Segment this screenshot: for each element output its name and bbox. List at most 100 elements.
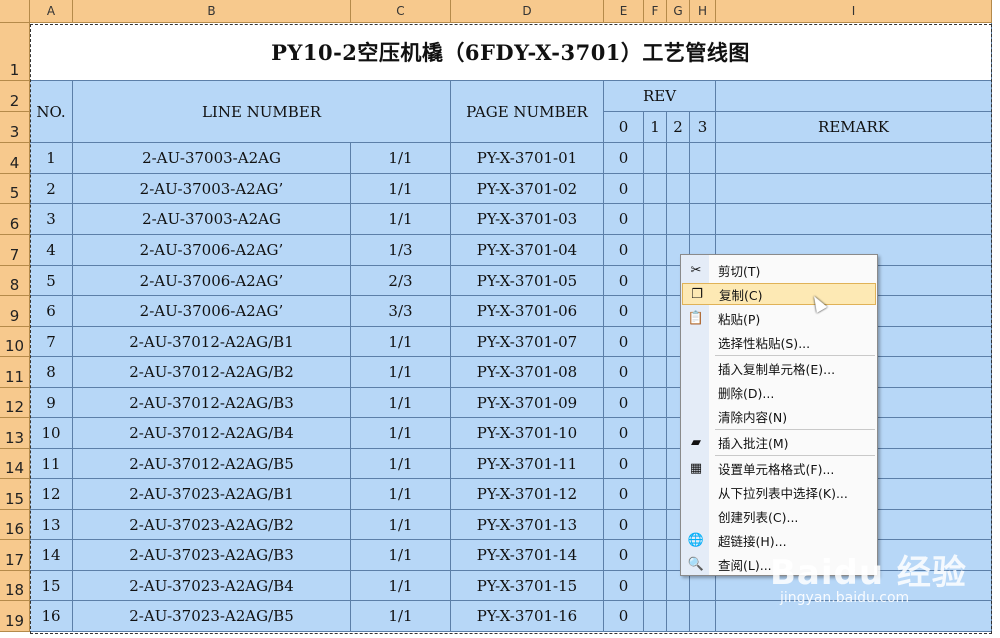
table-cell-sheet[interactable]: 1/1 (351, 479, 451, 510)
column-header-h[interactable]: H (690, 0, 716, 23)
table-cell-line-number[interactable]: 2-AU-37023-A2AG/B3 (73, 540, 351, 571)
table-cell-no[interactable]: 7 (30, 327, 73, 357)
row-header-7[interactable]: 7 (0, 235, 30, 266)
table-cell-page-number[interactable]: PY-X-3701-16 (451, 601, 604, 632)
table-cell-sheet[interactable]: 1/1 (351, 449, 451, 479)
table-cell-line-number[interactable]: 2-AU-37023-A2AG/B5 (73, 601, 351, 632)
table-cell-rev-1[interactable] (644, 143, 667, 174)
table-cell-line-number[interactable]: 2-AU-37012-A2AG/B1 (73, 327, 351, 357)
table-cell-remark[interactable] (716, 204, 992, 235)
table-cell-line-number[interactable]: 2-AU-37003-A2AG (73, 204, 351, 235)
table-cell-no[interactable]: 5 (30, 266, 73, 296)
table-cell-line-number[interactable]: 2-AU-37012-A2AG/B3 (73, 388, 351, 418)
table-cell-no[interactable]: 15 (30, 571, 73, 601)
row-header-1[interactable]: 1 (0, 23, 30, 81)
table-cell-page-number[interactable]: PY-X-3701-02 (451, 174, 604, 204)
table-cell-rev-3[interactable] (690, 143, 716, 174)
menu-item-4[interactable]: 插入复制单元格(E)... (682, 357, 876, 379)
menu-item-2[interactable]: 📋 粘贴(P) (682, 307, 876, 329)
header-rev-3[interactable]: 3 (690, 112, 716, 143)
table-cell-rev-3[interactable] (690, 601, 716, 632)
header-no[interactable]: NO. (30, 81, 73, 143)
column-header-f[interactable]: F (644, 0, 667, 23)
table-cell-line-number[interactable]: 2-AU-37023-A2AG/B4 (73, 571, 351, 601)
table-cell-no[interactable]: 13 (30, 510, 73, 540)
table-cell-page-number[interactable]: PY-X-3701-11 (451, 449, 604, 479)
table-cell-rev-1[interactable] (644, 449, 667, 479)
row-header-8[interactable]: 8 (0, 266, 30, 296)
table-cell-page-number[interactable]: PY-X-3701-14 (451, 540, 604, 571)
menu-item-6[interactable]: 清除内容(N) (682, 405, 876, 427)
menu-item-5[interactable]: 删除(D)... (682, 381, 876, 403)
table-cell-no[interactable]: 14 (30, 540, 73, 571)
row-header-2[interactable]: 2 (0, 81, 30, 112)
table-cell-rev-1[interactable] (644, 571, 667, 601)
table-cell-page-number[interactable]: PY-X-3701-15 (451, 571, 604, 601)
table-cell-sheet[interactable]: 1/1 (351, 540, 451, 571)
table-cell-no[interactable]: 4 (30, 235, 73, 266)
table-cell-no[interactable]: 1 (30, 143, 73, 174)
table-cell-line-number[interactable]: 2-AU-37003-A2AG (73, 143, 351, 174)
row-header-16[interactable]: 16 (0, 510, 30, 540)
menu-item-10[interactable]: 创建列表(C)... (682, 505, 876, 527)
table-cell-page-number[interactable]: PY-X-3701-06 (451, 296, 604, 327)
table-cell-rev-0[interactable]: 0 (604, 327, 644, 357)
table-cell-rev-0[interactable]: 0 (604, 479, 644, 510)
row-header-12[interactable]: 12 (0, 388, 30, 418)
table-cell-no[interactable]: 3 (30, 204, 73, 235)
table-cell-no[interactable]: 12 (30, 479, 73, 510)
row-header-11[interactable]: 11 (0, 357, 30, 388)
table-cell-rev-0[interactable]: 0 (604, 174, 644, 204)
table-cell-sheet[interactable]: 1/1 (351, 143, 451, 174)
row-header-10[interactable]: 10 (0, 327, 30, 357)
table-cell-sheet[interactable]: 1/1 (351, 327, 451, 357)
table-cell-page-number[interactable]: PY-X-3701-09 (451, 388, 604, 418)
table-cell-line-number[interactable]: 2-AU-37012-A2AG/B5 (73, 449, 351, 479)
table-cell-line-number[interactable]: 2-AU-37023-A2AG/B1 (73, 479, 351, 510)
table-cell-rev-1[interactable] (644, 357, 667, 388)
row-header-6[interactable]: 6 (0, 204, 30, 235)
table-cell-no[interactable]: 6 (30, 296, 73, 327)
column-header-i[interactable]: I (716, 0, 992, 23)
row-header-18[interactable]: 18 (0, 571, 30, 601)
table-cell-sheet[interactable]: 1/1 (351, 510, 451, 540)
table-cell-no[interactable]: 11 (30, 449, 73, 479)
table-cell-rev-3[interactable] (690, 174, 716, 204)
row-header-17[interactable]: 17 (0, 540, 30, 571)
table-cell-rev-2[interactable] (667, 174, 690, 204)
table-cell-rev-0[interactable]: 0 (604, 510, 644, 540)
table-cell-page-number[interactable]: PY-X-3701-12 (451, 479, 604, 510)
table-cell-sheet[interactable]: 1/1 (351, 357, 451, 388)
menu-item-7[interactable]: ▰ 插入批注(M) (682, 431, 876, 453)
table-cell-rev-1[interactable] (644, 479, 667, 510)
table-cell-sheet[interactable]: 2/3 (351, 266, 451, 296)
column-header-e[interactable]: E (604, 0, 644, 23)
table-cell-line-number[interactable]: 2-AU-37006-A2AG’ (73, 266, 351, 296)
table-cell-rev-0[interactable]: 0 (604, 357, 644, 388)
table-cell-rev-1[interactable] (644, 418, 667, 449)
table-cell-remark[interactable] (716, 174, 992, 204)
table-cell-page-number[interactable]: PY-X-3701-04 (451, 235, 604, 266)
column-header-g[interactable]: G (667, 0, 690, 23)
table-cell-line-number[interactable]: 2-AU-37006-A2AG’ (73, 235, 351, 266)
table-cell-rev-0[interactable]: 0 (604, 418, 644, 449)
table-cell-no[interactable]: 9 (30, 388, 73, 418)
row-header-4[interactable]: 4 (0, 143, 30, 174)
table-cell-no[interactable]: 10 (30, 418, 73, 449)
table-cell-rev-1[interactable] (644, 296, 667, 327)
table-cell-rev-0[interactable]: 0 (604, 571, 644, 601)
header-remark[interactable]: REMARK (716, 112, 992, 143)
table-cell-rev-0[interactable]: 0 (604, 449, 644, 479)
header-line-number[interactable]: LINE NUMBER (73, 81, 451, 143)
table-cell-sheet[interactable]: 1/1 (351, 204, 451, 235)
select-all-corner[interactable] (0, 0, 30, 23)
column-header-a[interactable]: A (30, 0, 73, 23)
table-cell-sheet[interactable]: 1/1 (351, 571, 451, 601)
table-cell-rev-0[interactable]: 0 (604, 388, 644, 418)
table-cell-rev-0[interactable]: 0 (604, 296, 644, 327)
table-cell-remark[interactable] (716, 143, 992, 174)
table-cell-rev-1[interactable] (644, 204, 667, 235)
table-cell-line-number[interactable]: 2-AU-37023-A2AG/B2 (73, 510, 351, 540)
table-cell-page-number[interactable]: PY-X-3701-08 (451, 357, 604, 388)
header-rev-1[interactable]: 1 (644, 112, 667, 143)
